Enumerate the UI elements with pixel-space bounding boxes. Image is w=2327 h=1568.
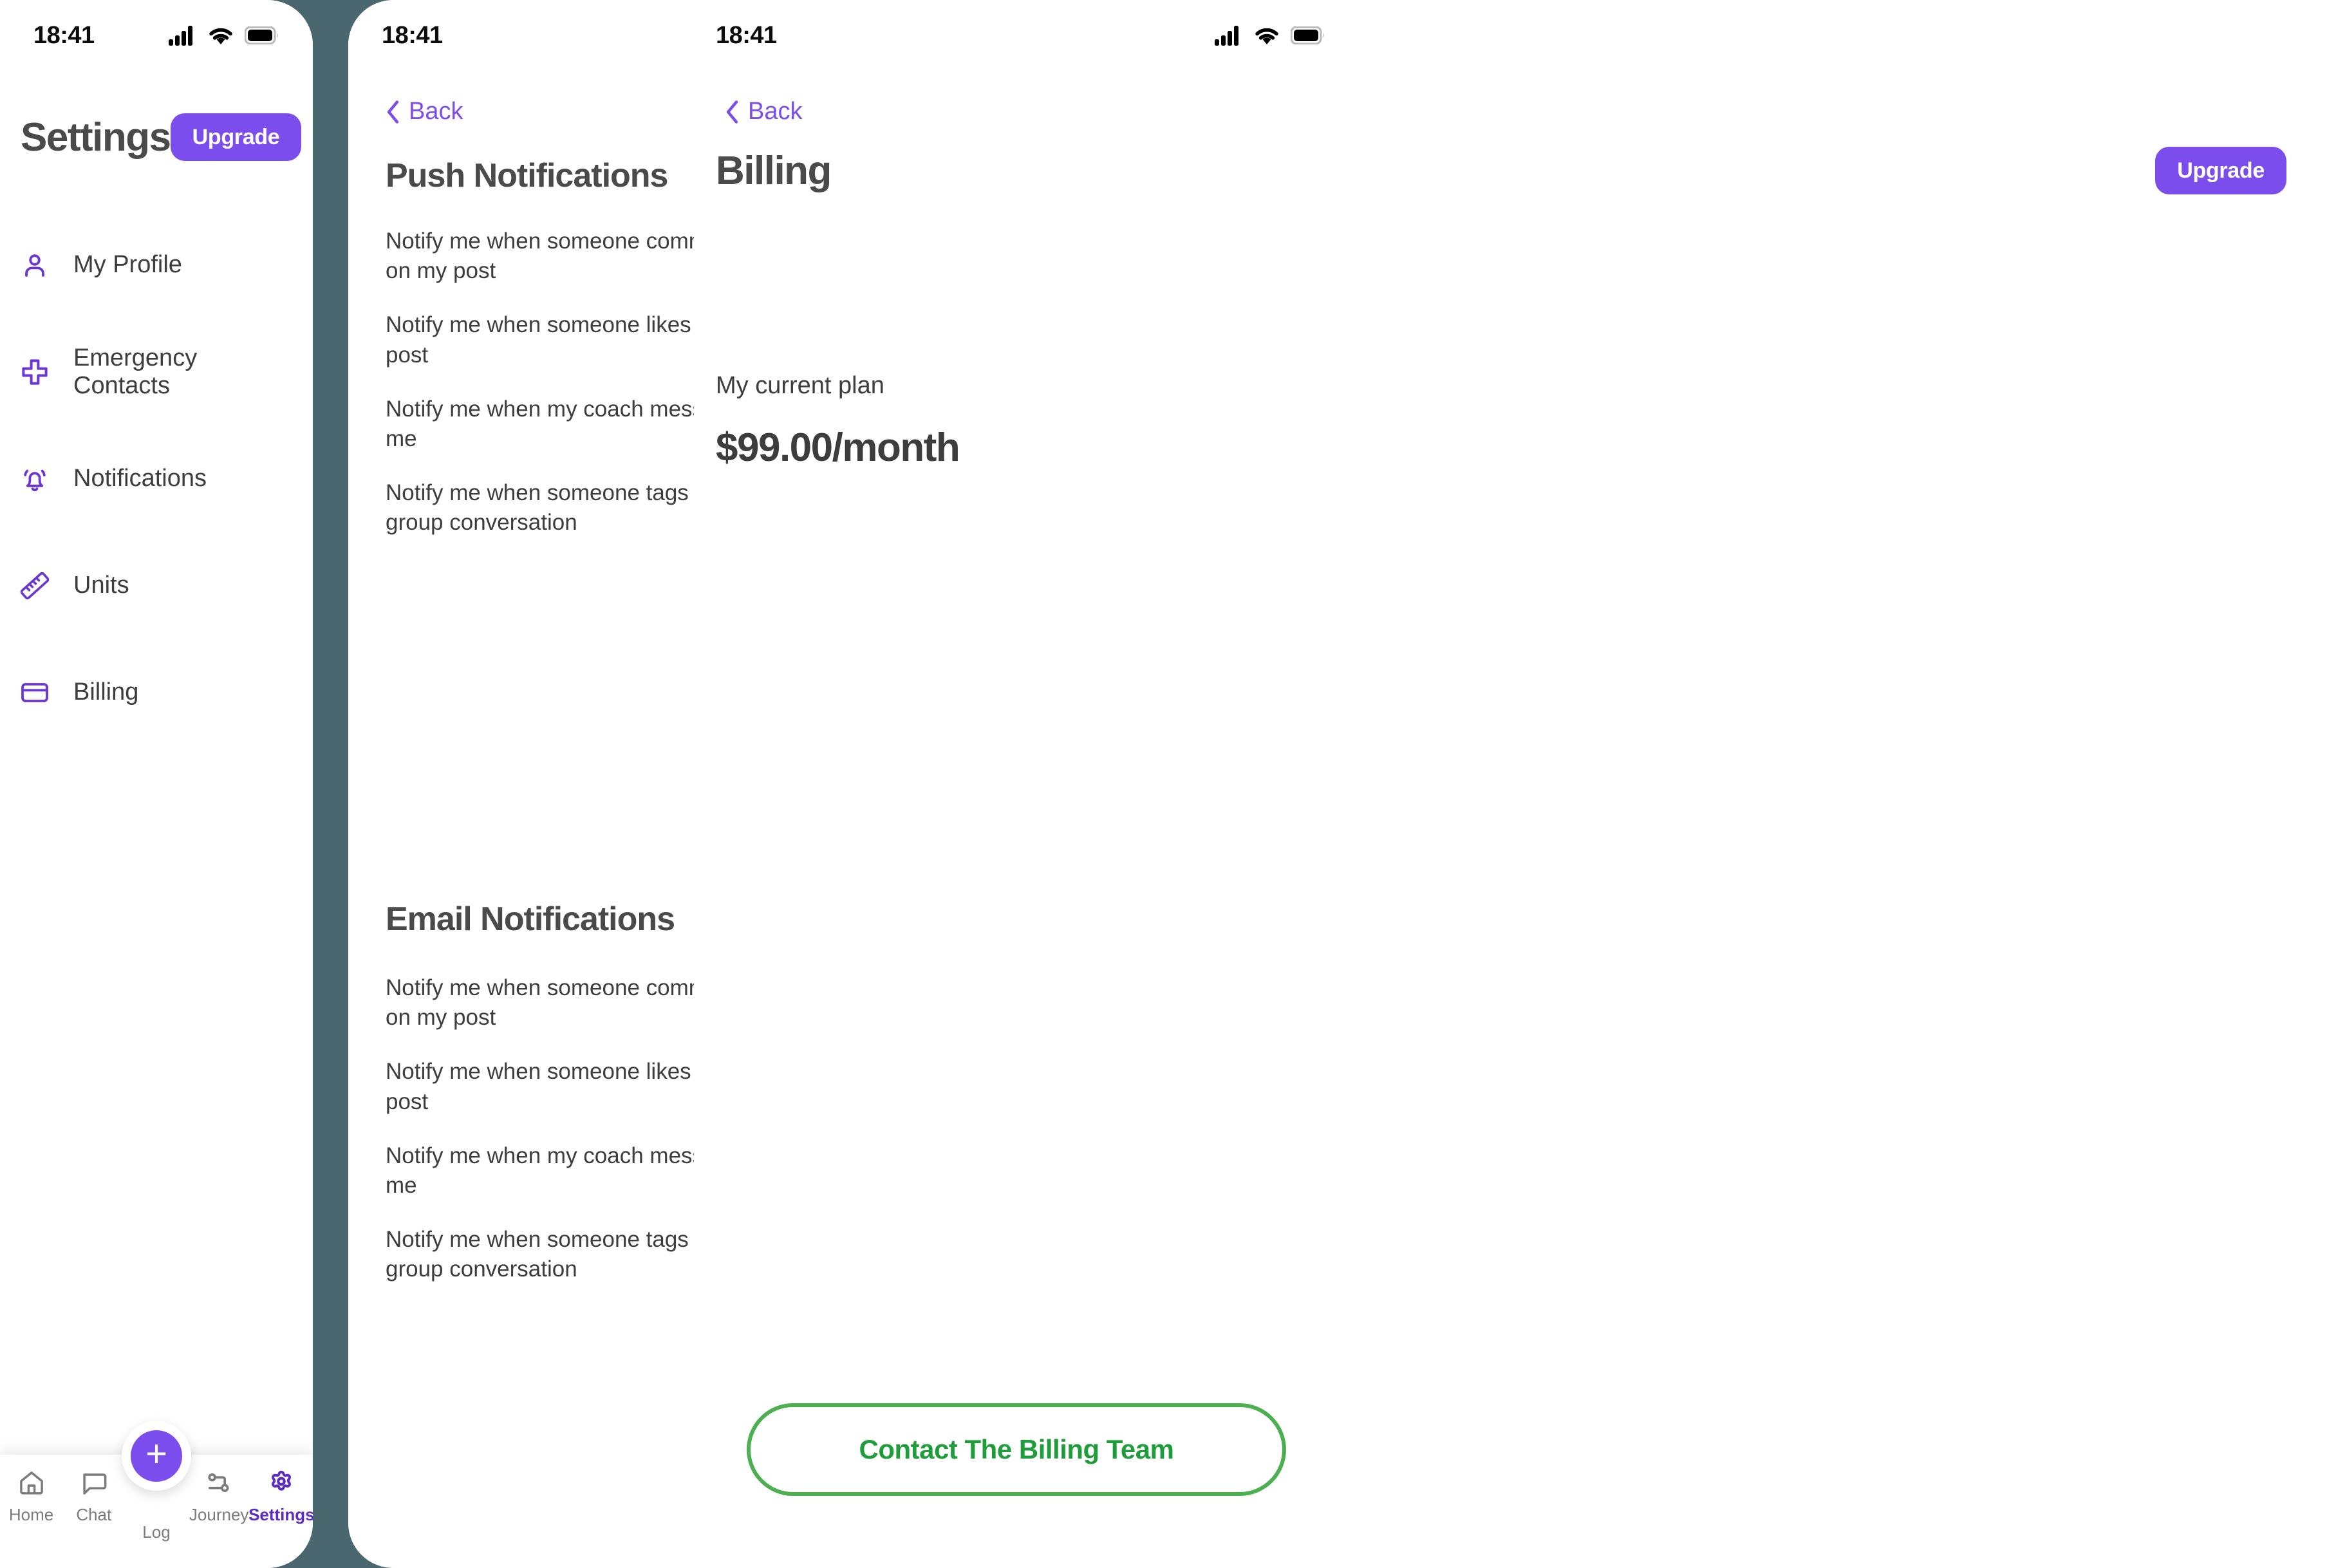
home-icon — [17, 1466, 46, 1500]
sidebar-item-notifications[interactable]: Notifications — [18, 452, 297, 505]
status-time: 18:41 — [716, 21, 777, 49]
gear-icon — [266, 1466, 296, 1500]
sidebar-item-units[interactable]: Units — [18, 559, 297, 612]
sidebar-item-label: Emergency Contacts — [73, 344, 198, 399]
back-button-wrapper: Back — [725, 98, 802, 127]
status-time: 18:41 — [33, 21, 95, 49]
wifi-icon — [1255, 28, 1278, 44]
tab-label: Settings — [248, 1505, 313, 1524]
settings-header: Settings Upgrade — [21, 113, 302, 161]
tab-home[interactable]: Home — [1, 1466, 62, 1525]
cellular-signal-icon — [169, 26, 192, 46]
battery-icon — [245, 26, 278, 44]
push-notifications-title: Push Notifications — [386, 157, 668, 194]
battery-icon — [1291, 26, 1324, 44]
current-plan-price: $99.00/month — [716, 425, 960, 470]
billing-screen: 18:41 Back Billing Upgrade My current pl… — [694, 0, 2327, 1568]
status-bar-billing: 18:41 — [694, 0, 1347, 71]
sidebar-item-label: Billing — [73, 678, 139, 705]
tab-settings[interactable]: Settings — [248, 1466, 313, 1525]
page-title: Settings — [21, 115, 171, 160]
back-button-label: Back — [748, 98, 803, 125]
bell-icon — [18, 462, 51, 496]
sidebar-item-label: Units — [73, 572, 129, 599]
back-button[interactable]: Back — [386, 98, 463, 126]
sidebar-item-label: Notifications — [73, 465, 207, 492]
plus-icon: + — [145, 1433, 167, 1475]
sidebar-item-billing[interactable]: Billing — [18, 666, 297, 719]
email-notifications-title: Email Notifications — [386, 901, 675, 938]
upgrade-button[interactable]: Upgrade — [2155, 147, 2286, 194]
settings-phone-frame: 18:41 Settings Upgrade My Profile Emerge… — [0, 0, 313, 1568]
sidebar-item-label: My Profile — [73, 251, 182, 278]
back-button[interactable]: Back — [725, 98, 802, 126]
chevron-left-icon — [726, 100, 738, 124]
status-bar-settings: 18:41 — [0, 0, 313, 71]
chat-bubble-icon — [79, 1466, 109, 1500]
contact-billing-team-button[interactable]: Contact The Billing Team — [747, 1403, 1286, 1496]
back-button-label: Back — [409, 98, 463, 125]
tab-journey[interactable]: Journey — [188, 1466, 250, 1525]
settings-menu-list: My Profile Emergency Contacts Notificati… — [18, 238, 297, 772]
tab-label: Chat — [76, 1505, 112, 1524]
tab-chat[interactable]: Chat — [63, 1466, 125, 1525]
cellular-signal-icon — [1215, 26, 1238, 46]
sidebar-item-emergency-contacts[interactable]: Emergency Contacts — [18, 344, 297, 399]
tab-label-log: Log — [142, 1522, 171, 1542]
wifi-icon — [209, 28, 232, 44]
billing-header: Billing Upgrade — [716, 147, 2286, 194]
page-title: Billing — [716, 148, 832, 193]
status-icon-group — [1215, 25, 1325, 46]
journey-path-icon — [204, 1466, 234, 1500]
tab-label: Home — [8, 1505, 54, 1524]
back-button-wrapper: Back — [386, 98, 463, 127]
current-plan-label: My current plan — [716, 372, 884, 399]
ruler-icon — [18, 569, 51, 602]
chevron-left-icon — [387, 100, 399, 124]
billing-phone-frame: 18:41 Back Billing Upgrade My current pl… — [694, 0, 2327, 1568]
sidebar-item-my-profile[interactable]: My Profile — [18, 238, 297, 292]
three-phone-mockup-stage: 18:41 Settings Upgrade My Profile Emerge… — [0, 0, 2327, 1568]
medical-cross-icon — [18, 355, 51, 389]
tab-label: Journey — [189, 1505, 249, 1524]
upgrade-button[interactable]: Upgrade — [170, 113, 302, 161]
add-log-fab-button[interactable]: + — [122, 1421, 191, 1491]
credit-card-icon — [18, 676, 51, 709]
status-time: 18:41 — [382, 21, 443, 49]
status-icon-group — [169, 25, 279, 46]
settings-screen: 18:41 Settings Upgrade My Profile Emerge… — [0, 0, 313, 1568]
person-icon — [18, 248, 51, 282]
